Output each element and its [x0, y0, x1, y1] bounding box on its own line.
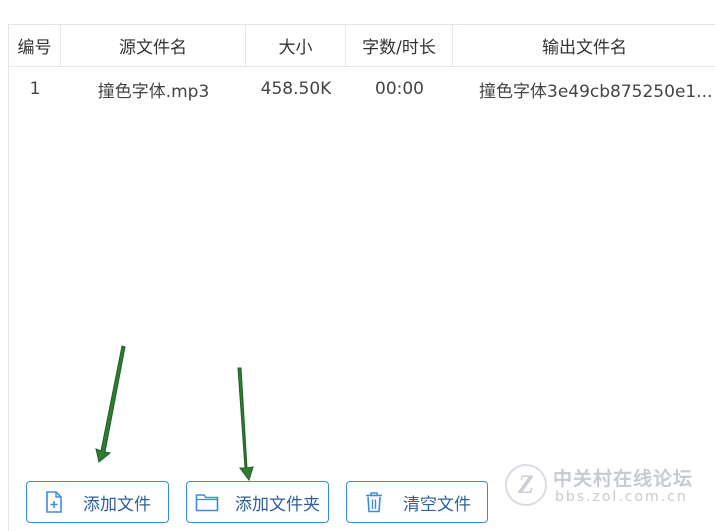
add-folder-label: 添加文件夹: [235, 494, 320, 515]
column-header-source-name[interactable]: 源文件名: [61, 25, 246, 66]
cell-size: 458.50K: [260, 79, 332, 99]
clear-files-label: 清空文件: [403, 494, 471, 515]
add-file-label: 添加文件: [83, 494, 151, 515]
folder-icon: [194, 489, 220, 515]
add-folder-button[interactable]: 添加文件夹: [186, 481, 329, 523]
cell-index: 1: [29, 79, 41, 99]
column-header-output-name[interactable]: 输出文件名: [453, 25, 715, 66]
cell-duration: 00:00: [375, 79, 424, 99]
clear-files-button[interactable]: 清空文件: [346, 481, 488, 523]
file-plus-icon: [41, 489, 67, 515]
cell-output-name: 撞色字体3e49cb875250e1...: [479, 81, 713, 102]
file-list-panel: 编号 源文件名 大小 字数/时长 输出文件名 1 撞色字体.mp3 458.50…: [8, 24, 715, 531]
table-header: 编号 源文件名 大小 字数/时长 输出文件名: [9, 25, 715, 67]
add-file-button[interactable]: 添加文件: [26, 481, 169, 523]
table-row[interactable]: 1 撞色字体.mp3 458.50K 00:00 撞色字体3e49cb87525…: [9, 67, 715, 111]
trash-icon: [361, 489, 387, 515]
column-header-duration[interactable]: 字数/时长: [346, 25, 453, 66]
column-header-size[interactable]: 大小: [246, 25, 346, 66]
column-header-index[interactable]: 编号: [9, 25, 61, 66]
cell-source-name: 撞色字体.mp3: [97, 81, 210, 102]
